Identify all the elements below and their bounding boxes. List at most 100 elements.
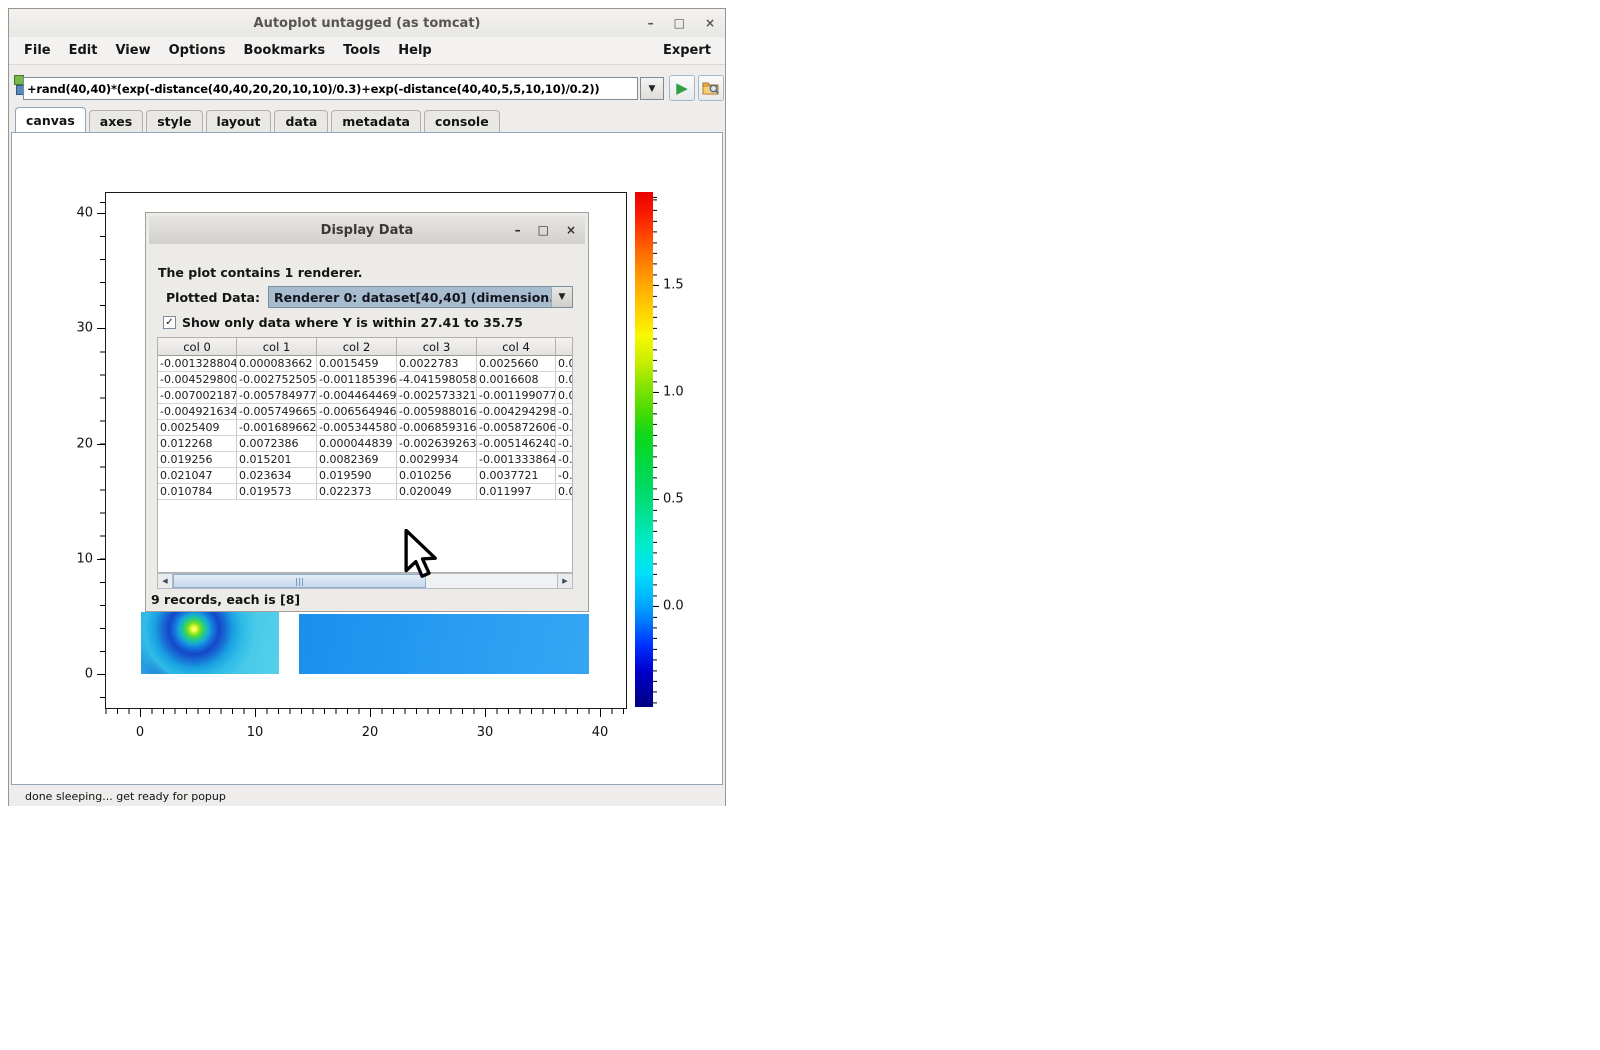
tab-canvas[interactable]: canvas — [15, 107, 86, 132]
column-header[interactable]: col 0 — [158, 338, 237, 356]
tab-layout[interactable]: layout — [206, 110, 272, 132]
x-axis-minor-ticks — [105, 709, 628, 714]
dialog-maximize-icon[interactable]: □ — [538, 223, 549, 237]
table-cell: 0.019573 — [237, 484, 317, 500]
table-cell: -0.005872606... — [477, 420, 556, 436]
page: Autoplot untagged (as tomcat) – □ × File… — [0, 0, 1600, 1050]
tab-style[interactable]: style — [146, 110, 202, 132]
table-cell: 0.0025660 — [477, 356, 556, 372]
table-row[interactable]: -0.001328804...0.0000836620.00154590.002… — [158, 356, 573, 372]
scroll-right-button[interactable]: ▶ — [557, 574, 572, 588]
table-cell: 0.010784 — [158, 484, 237, 500]
minimize-icon[interactable]: – — [648, 16, 654, 30]
table-cell: 0.000044839 — [317, 436, 397, 452]
menu-help[interactable]: Help — [389, 43, 440, 58]
menu-edit[interactable]: Edit — [60, 43, 107, 58]
table-cell: -0.006564946... — [317, 404, 397, 420]
major-tick — [97, 559, 105, 560]
column-header[interactable]: col 3 — [397, 338, 477, 356]
menu-options[interactable]: Options — [160, 43, 235, 58]
plotted-data-label: Plotted Data: — [166, 286, 260, 308]
scroll-left-button[interactable]: ◀ — [158, 574, 173, 588]
filter-checkbox[interactable]: ✓ — [163, 316, 176, 329]
play-icon: ▶ — [676, 81, 688, 96]
plotted-data-combobox[interactable]: Renderer 0: dataset[40,40] (dimension...… — [268, 286, 573, 308]
close-icon[interactable]: × — [705, 16, 715, 30]
filter-row: ✓ Show only data where Y is within 27.41… — [163, 315, 523, 330]
table-cell: -0.004294298... — [477, 404, 556, 420]
combo-chevron-down-icon[interactable]: ▼ — [551, 287, 572, 307]
dialog-controls: – □ × — [515, 216, 576, 244]
tab-data[interactable]: data — [274, 110, 328, 132]
table-cell: 0.00 — [556, 372, 574, 388]
plot-canvas[interactable]: 4030201000102030401.51.00.50.0 Display D… — [11, 132, 723, 785]
menu-items: FileEditViewOptionsBookmarksToolsHelp — [15, 43, 441, 58]
y-tick-label: 10 — [76, 551, 93, 566]
arrow-left-icon: ◀ — [162, 577, 167, 585]
table-cell: 0.0015459 — [317, 356, 397, 372]
table-cell: -0.0 — [556, 420, 574, 436]
table-row[interactable]: 0.0025409-0.001689662...-0.005344580...-… — [158, 420, 573, 436]
inspect-uri-button[interactable] — [698, 75, 724, 101]
table-cell: 0.0082369 — [317, 452, 397, 468]
table-cell: 0.00 — [556, 356, 574, 372]
major-tick — [255, 709, 256, 717]
table-row[interactable]: 0.0192560.0152010.00823690.0029934-0.001… — [158, 452, 573, 468]
major-tick — [97, 213, 105, 214]
column-header[interactable]: col 4 — [477, 338, 556, 356]
scrollbar-thumb[interactable] — [173, 574, 426, 588]
y-tick-label: 20 — [76, 436, 93, 451]
table-cell: 0.0016608 — [477, 372, 556, 388]
table-cell: 0.00 — [556, 484, 574, 500]
table-row[interactable]: 0.0122680.00723860.000044839-0.002639263… — [158, 436, 573, 452]
plotted-data-value: Renderer 0: dataset[40,40] (dimension... — [269, 290, 551, 305]
table-cell: -4.041598058... — [397, 372, 477, 388]
filter-label: Show only data where Y is within 27.41 t… — [182, 315, 523, 330]
mouse-cursor-icon — [403, 529, 437, 579]
menu-file[interactable]: File — [15, 43, 60, 58]
table-cell: 0.015201 — [237, 452, 317, 468]
autoplot-window: Autoplot untagged (as tomcat) – □ × File… — [8, 8, 726, 806]
table-cell: 0.00 — [556, 388, 574, 404]
table-cell: 0.0072386 — [237, 436, 317, 452]
table-cell: -0.001333864... — [477, 452, 556, 468]
y-tick-label: 30 — [76, 321, 93, 336]
column-header[interactable]: col 1 — [237, 338, 317, 356]
status-text: done sleeping... get ready for popup — [25, 790, 226, 803]
menu-tools[interactable]: Tools — [334, 43, 389, 58]
table-cell: -0.002573321... — [397, 388, 477, 404]
major-tick — [97, 674, 105, 675]
window-title: Autoplot untagged (as tomcat) — [9, 9, 725, 37]
table-cell: 0.012268 — [158, 436, 237, 452]
tab-axes[interactable]: axes — [89, 110, 143, 132]
menu-bookmarks[interactable]: Bookmarks — [235, 43, 335, 58]
tab-console[interactable]: console — [424, 110, 500, 132]
table-cell: 0.011997 — [477, 484, 556, 500]
table-cell: 0.019590 — [317, 468, 397, 484]
display-data-dialog: Display Data – □ × The plot contains 1 r… — [145, 212, 589, 612]
uri-input[interactable] — [23, 77, 638, 100]
table-row[interactable]: -0.004529800...-0.002752505...-0.0011853… — [158, 372, 573, 388]
arrow-right-icon: ▶ — [562, 577, 567, 585]
uri-dropdown-button[interactable]: ▼ — [640, 77, 664, 100]
table-cell: -0.0 — [556, 452, 574, 468]
table-cell: -0.001185396... — [317, 372, 397, 388]
table-row[interactable]: 0.0210470.0236340.0195900.0102560.003772… — [158, 468, 573, 484]
table-row[interactable]: -0.007002187...-0.005784977...-0.0044644… — [158, 388, 573, 404]
table-row[interactable]: -0.004921634...-0.005749665...-0.0065649… — [158, 404, 573, 420]
data-table-wrap[interactable]: col 0col 1col 2col 3col 4 -0.001328804..… — [157, 337, 573, 573]
major-tick — [97, 328, 105, 329]
horizontal-scrollbar[interactable]: ◀ ▶ — [157, 573, 573, 589]
column-header[interactable]: col 2 — [317, 338, 397, 356]
expert-menu[interactable]: Expert — [663, 43, 719, 58]
table-row[interactable]: 0.0107840.0195730.0223730.0200490.011997… — [158, 484, 573, 500]
table-cell: 0.010256 — [397, 468, 477, 484]
maximize-icon[interactable]: □ — [674, 16, 685, 30]
colorbar-minor-ticks — [653, 192, 657, 708]
dialog-close-icon[interactable]: × — [566, 223, 576, 237]
go-button[interactable]: ▶ — [669, 75, 695, 101]
dialog-minimize-icon[interactable]: – — [515, 223, 521, 237]
tab-metadata[interactable]: metadata — [331, 110, 421, 132]
column-header[interactable] — [556, 338, 574, 356]
menu-view[interactable]: View — [106, 43, 159, 58]
